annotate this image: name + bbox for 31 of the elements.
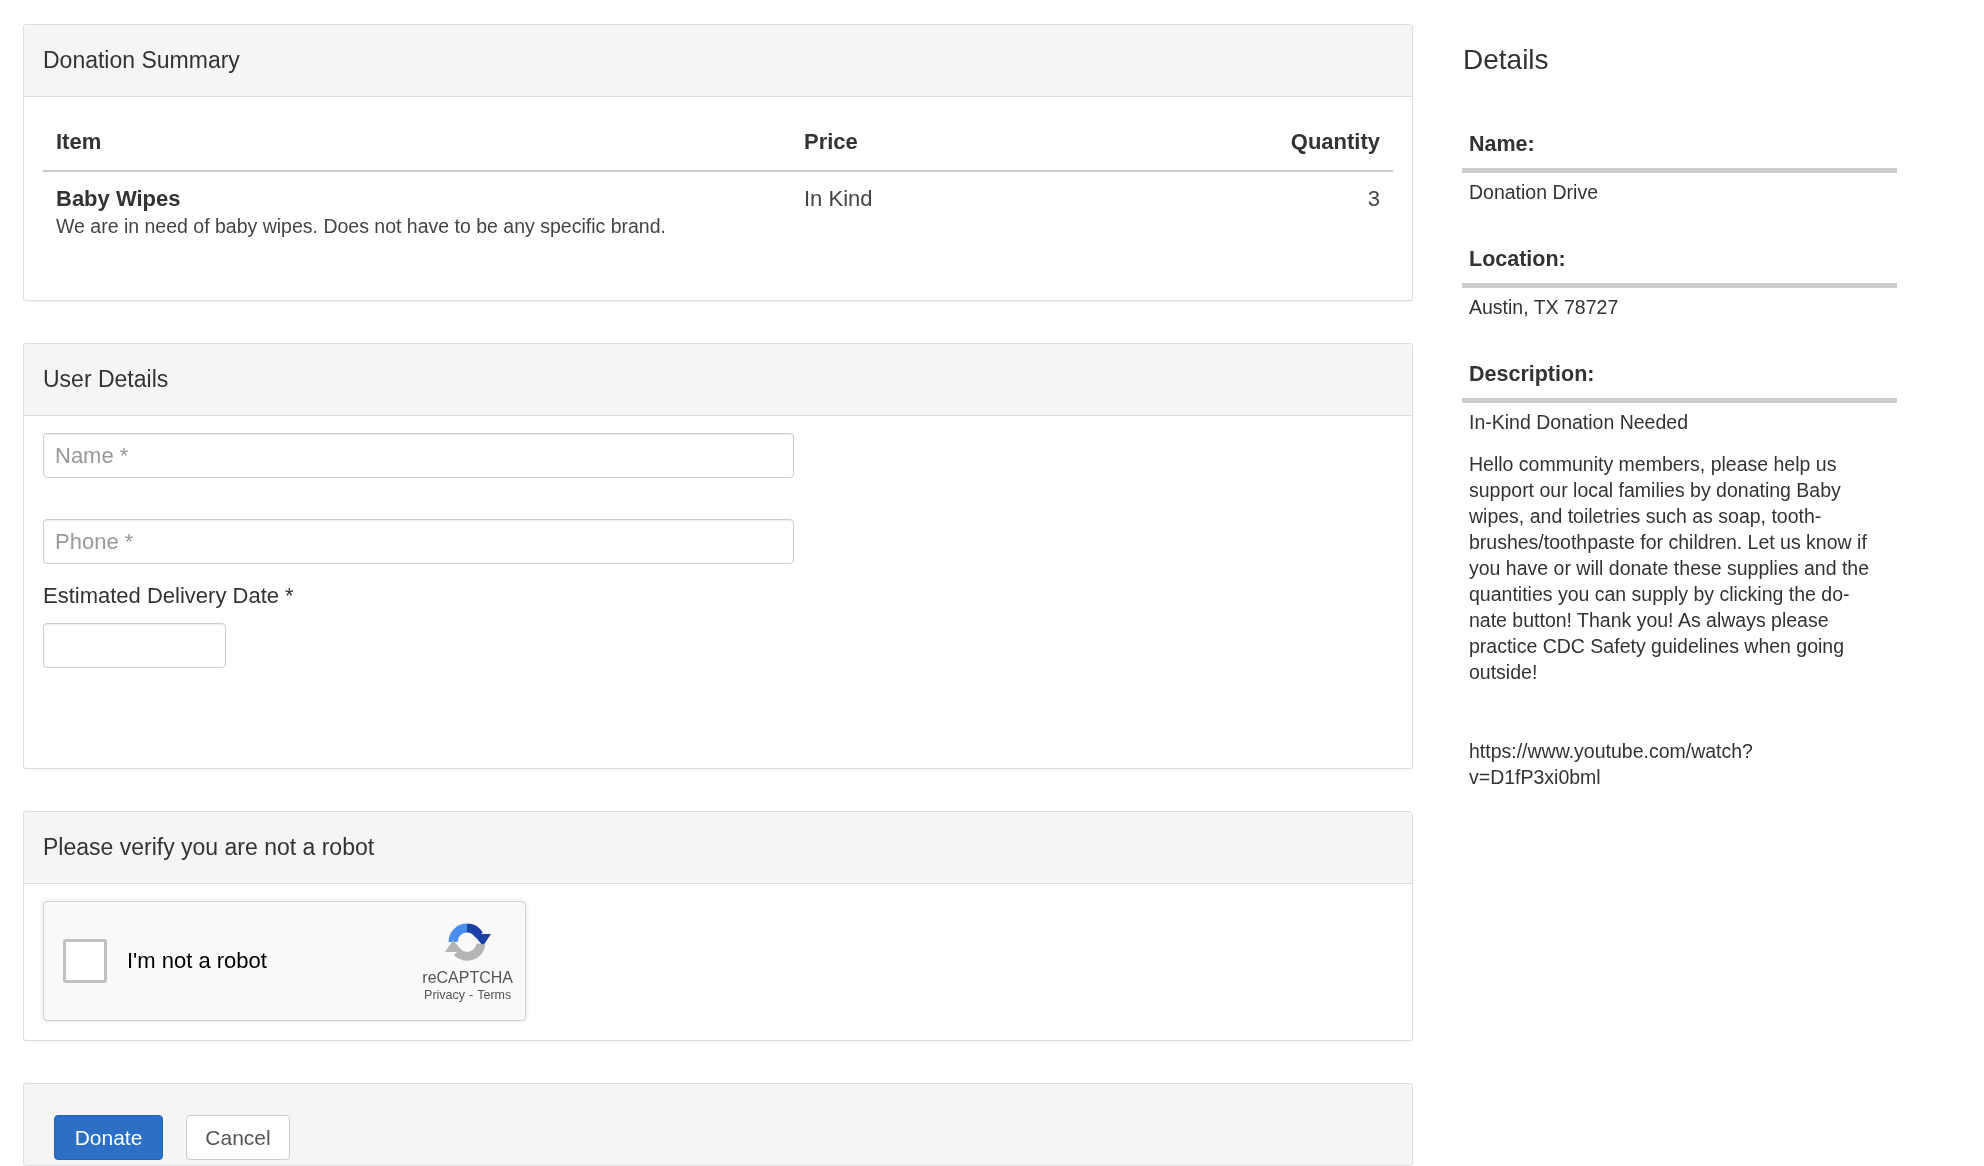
table-cell: In Kind (804, 185, 873, 213)
description-text: Hello community members, please help us support our local families by donating Baby wipes, and toiletries such as soap, tooth- brushes/toothpaste for children. Let us know if you have or will donate these supplies and the quantities you can supply by clicking the do- nate button! Thank you! As always please practice CDC Safety guidelines when going outside! (1469, 452, 1871, 685)
footer-link[interactable]: Privacy (424, 987, 466, 1003)
field-label: Name: (1469, 132, 1535, 157)
field-label: Location: (1469, 247, 1566, 272)
date-field[interactable] (43, 623, 226, 668)
donate-button[interactable]: Donate (54, 1115, 163, 1160)
column-header: Quantity (1290, 129, 1380, 154)
item-name: Baby Wipes (56, 185, 181, 213)
table-cell: 3 (1367, 185, 1380, 213)
input-field[interactable]: Name * (43, 433, 794, 478)
item-description: We are in need of baby wipes. Does not have to be any specific brand. (56, 214, 666, 239)
field-value: In-Kind Donation Needed (1469, 410, 1688, 435)
details-title: Details (1463, 43, 1550, 77)
column-header: Item (56, 129, 102, 154)
footer-link[interactable]: Terms (477, 987, 512, 1003)
column-header: Price (804, 129, 858, 154)
panel-title: Donation Summary (43, 47, 240, 73)
field-label: Description: (1469, 362, 1595, 387)
field-value: Austin, TX 78727 (1469, 295, 1619, 320)
panel-title: Please verify you are not a robot (43, 834, 375, 860)
brand-name: reCAPTCHA (422, 968, 513, 987)
captcha-label[interactable]: I'm not a robot (127, 948, 267, 974)
cancel-button[interactable]: Cancel (186, 1115, 290, 1160)
url-text: https://www.youtube.com/watch? v=D1fP3xi0bml (1469, 739, 1754, 790)
field-label: Estimated Delivery Date * (43, 583, 294, 609)
field-value: Donation Drive (1469, 180, 1598, 205)
link-separator: - (469, 987, 474, 1003)
panel-title: User Details (43, 366, 169, 392)
checkbox[interactable] (63, 939, 107, 983)
input-field[interactable]: Phone * (43, 519, 794, 564)
